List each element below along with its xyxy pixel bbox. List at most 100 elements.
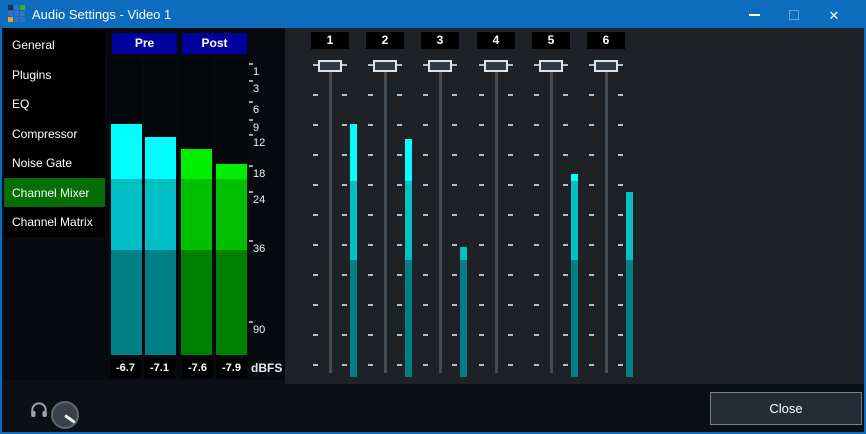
titlebar[interactable]: Audio Settings - Video 1 ✕: [2, 2, 864, 28]
slider-tick: [313, 184, 318, 186]
slider-tick: [589, 244, 594, 246]
channel-slider-handle[interactable]: [539, 60, 563, 72]
channel-slider-track[interactable]: [329, 66, 332, 373]
slider-tick: [534, 244, 539, 246]
slider-tick: [342, 364, 347, 366]
sidebar-item-plugins[interactable]: Plugins: [4, 60, 105, 90]
audio-settings-window: Audio Settings - Video 1 ✕ GeneralPlugin…: [0, 0, 866, 434]
slider-tick: [563, 304, 568, 306]
slider-tick: [508, 274, 513, 276]
slider-tick: [368, 244, 373, 246]
channel-slider-track[interactable]: [495, 66, 498, 373]
channel-level-bar: [571, 174, 578, 377]
slider-tick: [342, 334, 347, 336]
channel-slider-handle[interactable]: [594, 60, 618, 72]
meter-level-bar: [111, 124, 142, 355]
slider-tick: [589, 154, 594, 156]
sidebar-item-compressor[interactable]: Compressor: [4, 119, 105, 149]
slider-tick: [534, 184, 539, 186]
slider-tick: [534, 334, 539, 336]
slider-tick: [423, 364, 428, 366]
app-icon-square: [20, 11, 25, 16]
slider-tick: [397, 214, 402, 216]
slider-tick: [508, 94, 513, 96]
slider-tick: [618, 64, 623, 66]
slider-tick: [313, 304, 318, 306]
slider-tick: [563, 64, 568, 66]
meter-readout: -7.6: [182, 359, 213, 378]
slider-tick: [397, 184, 402, 186]
slider-tick: [479, 94, 484, 96]
slider-tick: [452, 94, 457, 96]
slider-tick: [563, 334, 568, 336]
channel-header-6: 6: [587, 32, 625, 49]
channel-slider-track[interactable]: [605, 66, 608, 373]
slider-tick: [452, 364, 457, 366]
sidebar-item-channel-matrix[interactable]: Channel Matrix: [4, 207, 105, 237]
slider-tick: [563, 154, 568, 156]
slider-tick: [342, 154, 347, 156]
slider-tick: [342, 244, 347, 246]
scale-label: 90: [253, 323, 265, 337]
slider-tick: [479, 214, 484, 216]
slider-tick: [342, 214, 347, 216]
slider-tick: [368, 334, 373, 336]
slider-tick: [479, 334, 484, 336]
channel-slider-track[interactable]: [550, 66, 553, 373]
channel-slider-track[interactable]: [384, 66, 387, 373]
slider-tick: [452, 64, 457, 66]
slider-tick: [452, 124, 457, 126]
meter-group-header-pre: Pre: [112, 33, 177, 54]
slider-tick: [397, 124, 402, 126]
channel-slider-handle[interactable]: [428, 60, 452, 72]
slider-tick: [313, 244, 318, 246]
channel-level-bar: [405, 139, 412, 377]
channel-slider-handle[interactable]: [484, 60, 508, 72]
app-icon-square: [20, 17, 25, 22]
slider-tick: [534, 214, 539, 216]
app-icon-square: [20, 5, 25, 10]
slider-tick: [618, 304, 623, 306]
slider-tick: [452, 214, 457, 216]
scale-label: 3: [253, 82, 259, 96]
meter-readout: -7.9: [216, 359, 247, 378]
slider-tick: [368, 214, 373, 216]
knob-pointer: [64, 414, 76, 423]
slider-tick: [563, 364, 568, 366]
close-button[interactable]: Close: [710, 392, 862, 425]
scale-label: 1: [253, 65, 259, 79]
channel-slider-handle[interactable]: [373, 60, 397, 72]
close-window-button[interactable]: ✕: [814, 2, 854, 28]
slider-tick: [563, 184, 568, 186]
channel-slider-handle[interactable]: [318, 60, 342, 72]
slider-tick: [397, 94, 402, 96]
slider-tick: [508, 364, 513, 366]
slider-tick: [618, 244, 623, 246]
sidebar-item-channel-mixer[interactable]: Channel Mixer: [4, 178, 105, 208]
headphone-volume-knob[interactable]: [51, 401, 79, 429]
slider-tick: [342, 124, 347, 126]
meter-readout: -6.7: [110, 359, 141, 378]
slider-tick: [423, 94, 428, 96]
sidebar-item-eq[interactable]: EQ: [4, 89, 105, 119]
slider-tick: [452, 304, 457, 306]
sidebar-item-general[interactable]: General: [4, 30, 105, 60]
slider-tick: [563, 124, 568, 126]
slider-tick: [452, 154, 457, 156]
slider-tick: [563, 94, 568, 96]
app-icon-square: [8, 11, 13, 16]
slider-tick: [479, 364, 484, 366]
scale-unit-label: dBFS: [251, 359, 282, 378]
app-icon: [8, 5, 27, 24]
headphones-icon[interactable]: [29, 400, 49, 420]
channel-slider-track[interactable]: [439, 66, 442, 373]
slider-tick: [423, 184, 428, 186]
slider-tick: [534, 364, 539, 366]
slider-tick: [423, 124, 428, 126]
slider-tick: [589, 124, 594, 126]
sidebar-item-noise-gate[interactable]: Noise Gate: [4, 148, 105, 178]
minimize-button[interactable]: [734, 2, 774, 28]
slider-tick: [618, 274, 623, 276]
scale-label: 18: [253, 167, 265, 181]
slider-tick: [423, 154, 428, 156]
